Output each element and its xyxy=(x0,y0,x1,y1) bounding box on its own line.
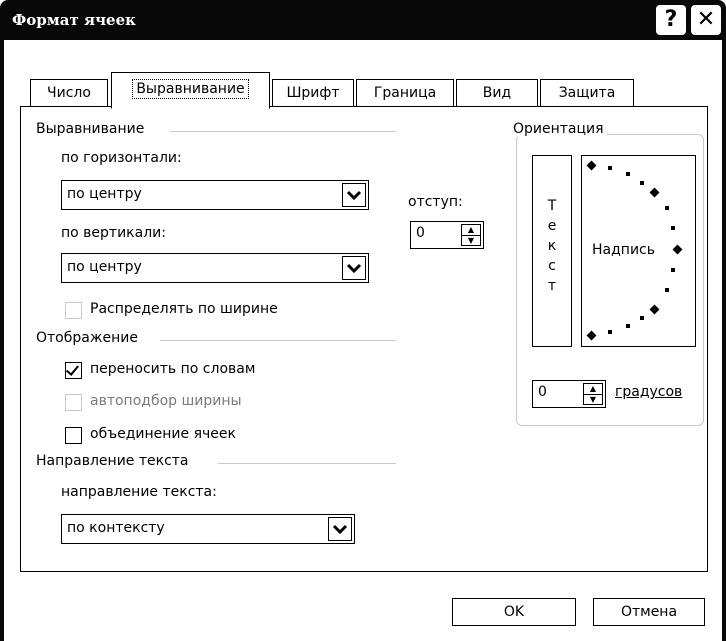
alignment-group-title: Выравнивание xyxy=(36,121,145,137)
indent-value: 0 xyxy=(416,225,425,241)
distribute-label: Распределять по ширине xyxy=(90,301,278,317)
dial-dot xyxy=(640,316,644,320)
chevron-down-icon[interactable] xyxy=(328,517,352,541)
orientation-group-title: Ориентация xyxy=(510,121,607,137)
dial-dot xyxy=(608,166,612,170)
degrees-label: градусов xyxy=(615,384,683,400)
horizontal-select[interactable]: по центру xyxy=(61,180,369,210)
shrink-to-fit-checkbox[interactable] xyxy=(65,394,82,411)
display-group-divider xyxy=(160,340,396,341)
format-cells-dialog: Формат ячеек ? ✕ Число Выравнивание Шриф… xyxy=(0,0,726,641)
tab-alignment-label: Выравнивание xyxy=(132,79,249,99)
chevron-down-icon[interactable] xyxy=(342,256,366,280)
tab-border[interactable]: Граница xyxy=(356,79,454,107)
vertical-select[interactable]: по центру xyxy=(61,253,369,283)
wrap-text-checkbox[interactable] xyxy=(65,362,82,379)
title-bar[interactable]: Формат ячеек ? ✕ xyxy=(0,0,726,40)
cancel-button[interactable]: Отмена xyxy=(593,598,705,626)
vertical-text-char: т xyxy=(547,278,557,294)
horizontal-label: по горизонтали: xyxy=(61,150,182,166)
vertical-text-char: е xyxy=(547,218,557,234)
horizontal-value: по центру xyxy=(67,186,142,202)
distribute-checkbox[interactable] xyxy=(65,302,82,319)
dial-dot xyxy=(608,330,612,334)
tab-number[interactable]: Число xyxy=(30,79,108,107)
tab-alignment[interactable]: Выравнивание xyxy=(111,72,270,109)
dial-dot xyxy=(626,172,630,176)
spin-arrows-icon[interactable]: ▲ ▼ xyxy=(461,224,481,246)
degrees-value: 0 xyxy=(538,384,547,400)
degrees-spinner[interactable]: 0 ▲ ▼ xyxy=(532,380,606,408)
dial-dot xyxy=(665,206,669,210)
vertical-value: по центру xyxy=(67,259,142,275)
dial-dot xyxy=(665,288,669,292)
merge-cells-checkbox[interactable] xyxy=(65,427,82,444)
dial-marker xyxy=(586,160,597,171)
window-frame-left xyxy=(0,40,4,641)
vertical-label: по вертикали: xyxy=(61,225,166,241)
text-direction-value: по контексту xyxy=(67,520,165,536)
display-group-title: Отображение xyxy=(36,330,138,346)
dial-marker xyxy=(586,330,597,341)
text-direction-group-title: Направление текста xyxy=(36,453,189,469)
ok-button[interactable]: OK xyxy=(452,598,576,626)
indent-label: отступ: xyxy=(408,194,463,210)
vertical-text-char: к xyxy=(547,238,557,254)
help-icon[interactable]: ? xyxy=(656,5,686,35)
close-icon[interactable]: ✕ xyxy=(691,5,721,35)
spin-arrows-icon[interactable]: ▲ ▼ xyxy=(583,383,603,405)
orientation-dial[interactable]: Надпись xyxy=(581,155,696,347)
dial-marker xyxy=(649,187,660,198)
text-direction-select[interactable]: по контексту xyxy=(61,514,355,544)
tab-fill[interactable]: Вид xyxy=(456,79,538,107)
dial-dot xyxy=(671,268,675,272)
dial-dot xyxy=(671,226,675,230)
dial-marker xyxy=(672,244,683,255)
chevron-down-icon[interactable] xyxy=(342,183,366,207)
dialog-title: Формат ячеек xyxy=(12,11,136,29)
dial-label: Надпись xyxy=(592,242,655,258)
wrap-text-label: переносить по словам xyxy=(90,361,256,377)
tab-protection[interactable]: Защита xyxy=(540,79,634,107)
dial-dot xyxy=(640,181,644,185)
alignment-group-divider xyxy=(170,131,396,132)
text-direction-group-divider xyxy=(218,463,396,464)
text-direction-label: направление текста: xyxy=(61,484,217,500)
vertical-text-char: с xyxy=(548,258,556,274)
window-frame-right xyxy=(722,40,726,641)
dial-marker xyxy=(649,304,660,315)
dial-dot xyxy=(626,324,630,328)
vertical-text-button[interactable]: Т е к с т xyxy=(532,155,572,347)
vertical-text-char: Т xyxy=(547,198,557,214)
merge-cells-label: объединение ячеек xyxy=(90,426,236,442)
shrink-to-fit-label: автоподбор ширины xyxy=(90,393,242,409)
indent-spinner[interactable]: 0 ▲ ▼ xyxy=(410,221,484,249)
tab-font[interactable]: Шрифт xyxy=(272,79,354,107)
